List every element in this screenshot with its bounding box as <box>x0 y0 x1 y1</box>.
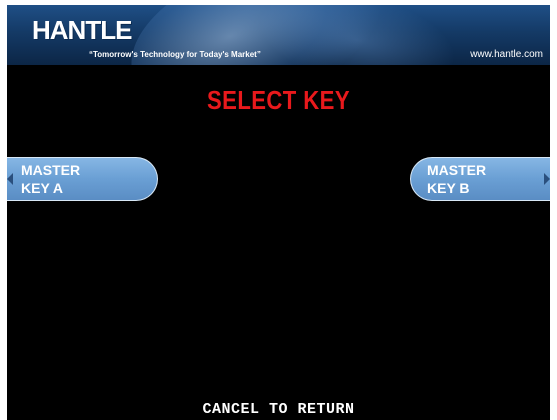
header-banner: HANTLE “Tomorrow's Technology for Today'… <box>7 5 550 65</box>
header-swoosh-decoration-2 <box>249 5 465 65</box>
hantle-logo: HANTLE <box>32 15 132 45</box>
master-key-b-label: MASTER KEY B <box>427 162 487 196</box>
page-title: SELECT KEY <box>206 85 351 115</box>
atm-screen: HANTLE “Tomorrow's Technology for Today'… <box>7 5 550 420</box>
tagline: “Tomorrow's Technology for Today's Marke… <box>89 50 261 59</box>
arrow-left-icon <box>7 173 13 185</box>
master-key-a-label: MASTER KEY A <box>21 162 81 196</box>
website-url: www.hantle.com <box>470 49 543 60</box>
cancel-instruction: CANCEL TO RETURN <box>202 401 355 418</box>
master-key-b-button[interactable]: MASTER KEY B <box>410 157 550 201</box>
arrow-right-icon <box>544 173 550 185</box>
master-key-a-button[interactable]: MASTER KEY A <box>7 157 158 201</box>
